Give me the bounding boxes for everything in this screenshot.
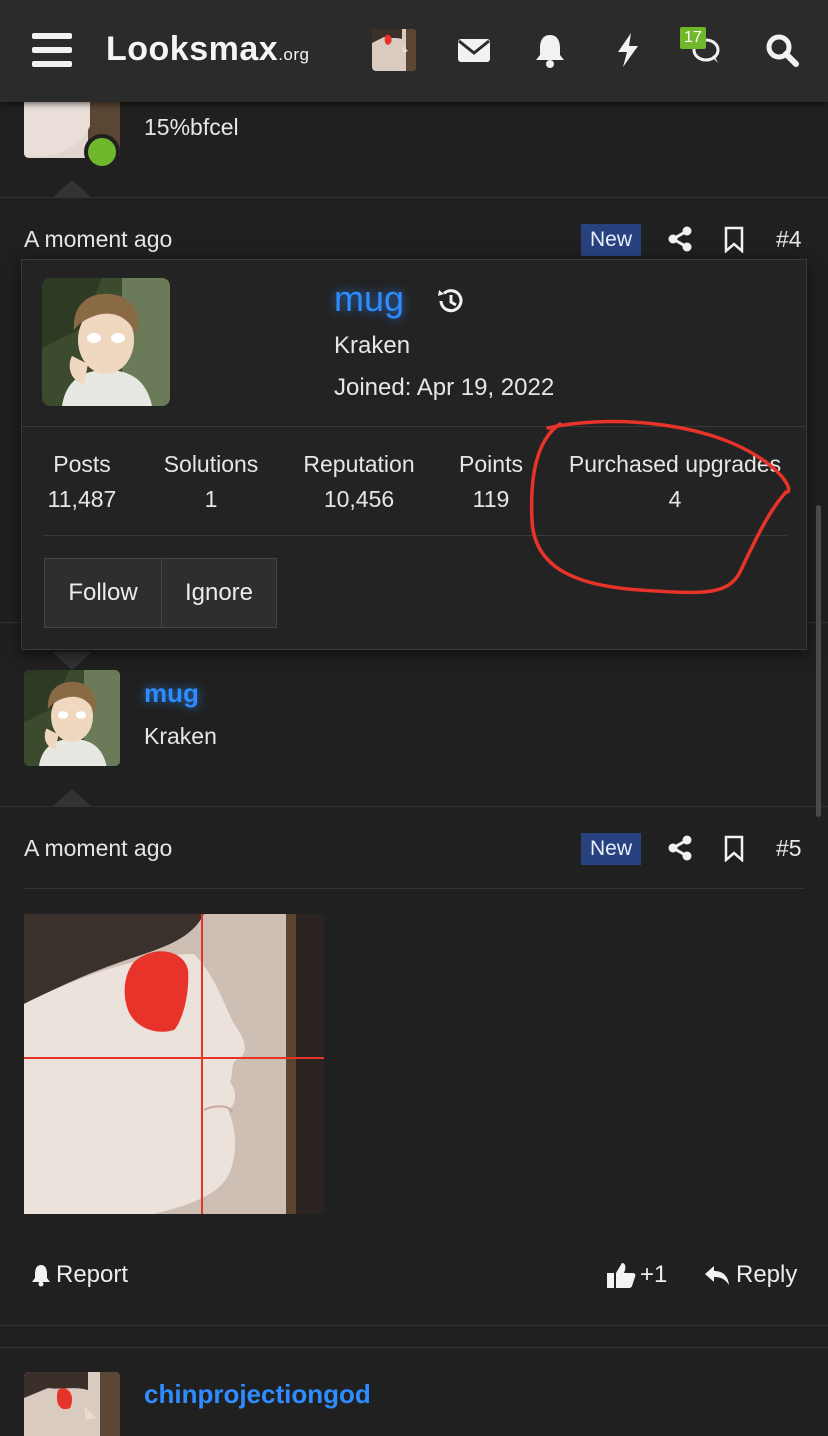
stat-points[interactable]: Points 119 (452, 451, 530, 513)
stat-value: 4 (668, 486, 682, 512)
stat-purchased-upgrades[interactable]: Purchased upgrades 4 (560, 451, 790, 513)
reply-icon[interactable] (704, 1263, 730, 1287)
member-tooltip-card: mug Kraken Joined: Apr 19, 2022 Posts 11… (21, 259, 807, 650)
stat-label: Solutions (163, 451, 259, 477)
user-title: Kraken (144, 723, 217, 749)
tooltip-arrow (52, 652, 92, 670)
member-joined-date: Joined: Apr 19, 2022 (334, 374, 555, 401)
share-icon[interactable] (666, 834, 694, 862)
divider (43, 535, 787, 536)
lightning-icon[interactable] (608, 30, 648, 70)
logo-text: Looksmax (106, 30, 279, 68)
stat-value: 11,487 (47, 486, 117, 512)
stat-label: Reputation (303, 451, 415, 477)
online-status-indicator (84, 134, 120, 170)
stat-solutions[interactable]: Solutions 1 (156, 451, 266, 513)
stat-value: 1 (204, 486, 218, 512)
logo-tld: .org (278, 45, 310, 64)
divider (0, 197, 828, 198)
scrollbar-thumb[interactable] (816, 505, 821, 817)
reaction-count[interactable]: +1 (640, 1261, 667, 1289)
account-avatar[interactable] (372, 29, 416, 71)
user-avatar[interactable] (24, 1372, 120, 1436)
top-navigation-bar: Looksmax.org 17 (0, 0, 828, 102)
post-number[interactable]: #5 (776, 835, 802, 862)
user-title: 15%bfcel (144, 114, 239, 140)
bookmark-icon[interactable] (720, 225, 748, 253)
new-badge: New (581, 224, 641, 256)
stat-label: Points (459, 451, 523, 477)
stat-label: Purchased upgrades (568, 451, 782, 477)
stat-label: Posts (53, 451, 111, 477)
bell-icon[interactable] (530, 30, 570, 70)
post-number[interactable]: #4 (776, 226, 802, 253)
menu-icon[interactable] (32, 33, 72, 67)
report-button[interactable]: Report (56, 1261, 128, 1289)
stat-posts[interactable]: Posts 11,487 (42, 451, 122, 513)
bell-icon (32, 1265, 50, 1287)
follow-button[interactable]: Follow (44, 558, 162, 628)
divider (0, 1325, 828, 1326)
new-badge: New (581, 833, 641, 865)
member-card-header: mug Kraken Joined: Apr 19, 2022 (22, 260, 806, 427)
member-title: Kraken (334, 332, 411, 359)
stat-value: 10,456 (323, 486, 395, 512)
post-time[interactable]: A moment ago (24, 835, 172, 862)
member-avatar[interactable] (42, 278, 170, 406)
bookmark-icon[interactable] (720, 834, 748, 862)
divider (24, 888, 804, 889)
conversations-count-badge: 17 (680, 27, 706, 49)
thumbs-up-icon[interactable] (606, 1261, 636, 1289)
stat-value: 119 (472, 486, 510, 512)
post-username[interactable]: chinprojectiongod (144, 1379, 371, 1410)
member-username[interactable]: mug (334, 278, 404, 320)
share-icon[interactable] (666, 225, 694, 253)
divider (0, 1347, 828, 1348)
search-icon[interactable] (762, 30, 802, 70)
divider (0, 806, 828, 807)
user-avatar[interactable] (24, 670, 120, 766)
post-attachment-image[interactable] (24, 914, 324, 1214)
reply-button[interactable]: Reply (736, 1261, 797, 1289)
post-time[interactable]: A moment ago (24, 226, 172, 253)
message-arrow (52, 180, 92, 198)
site-logo[interactable]: Looksmax.org (106, 30, 309, 69)
mail-icon[interactable] (454, 30, 494, 70)
history-icon[interactable] (434, 284, 468, 318)
stat-reputation[interactable]: Reputation 10,456 (298, 451, 420, 513)
ignore-button[interactable]: Ignore (161, 558, 277, 628)
message-arrow (52, 789, 92, 807)
post-username[interactable]: mug (144, 678, 199, 709)
